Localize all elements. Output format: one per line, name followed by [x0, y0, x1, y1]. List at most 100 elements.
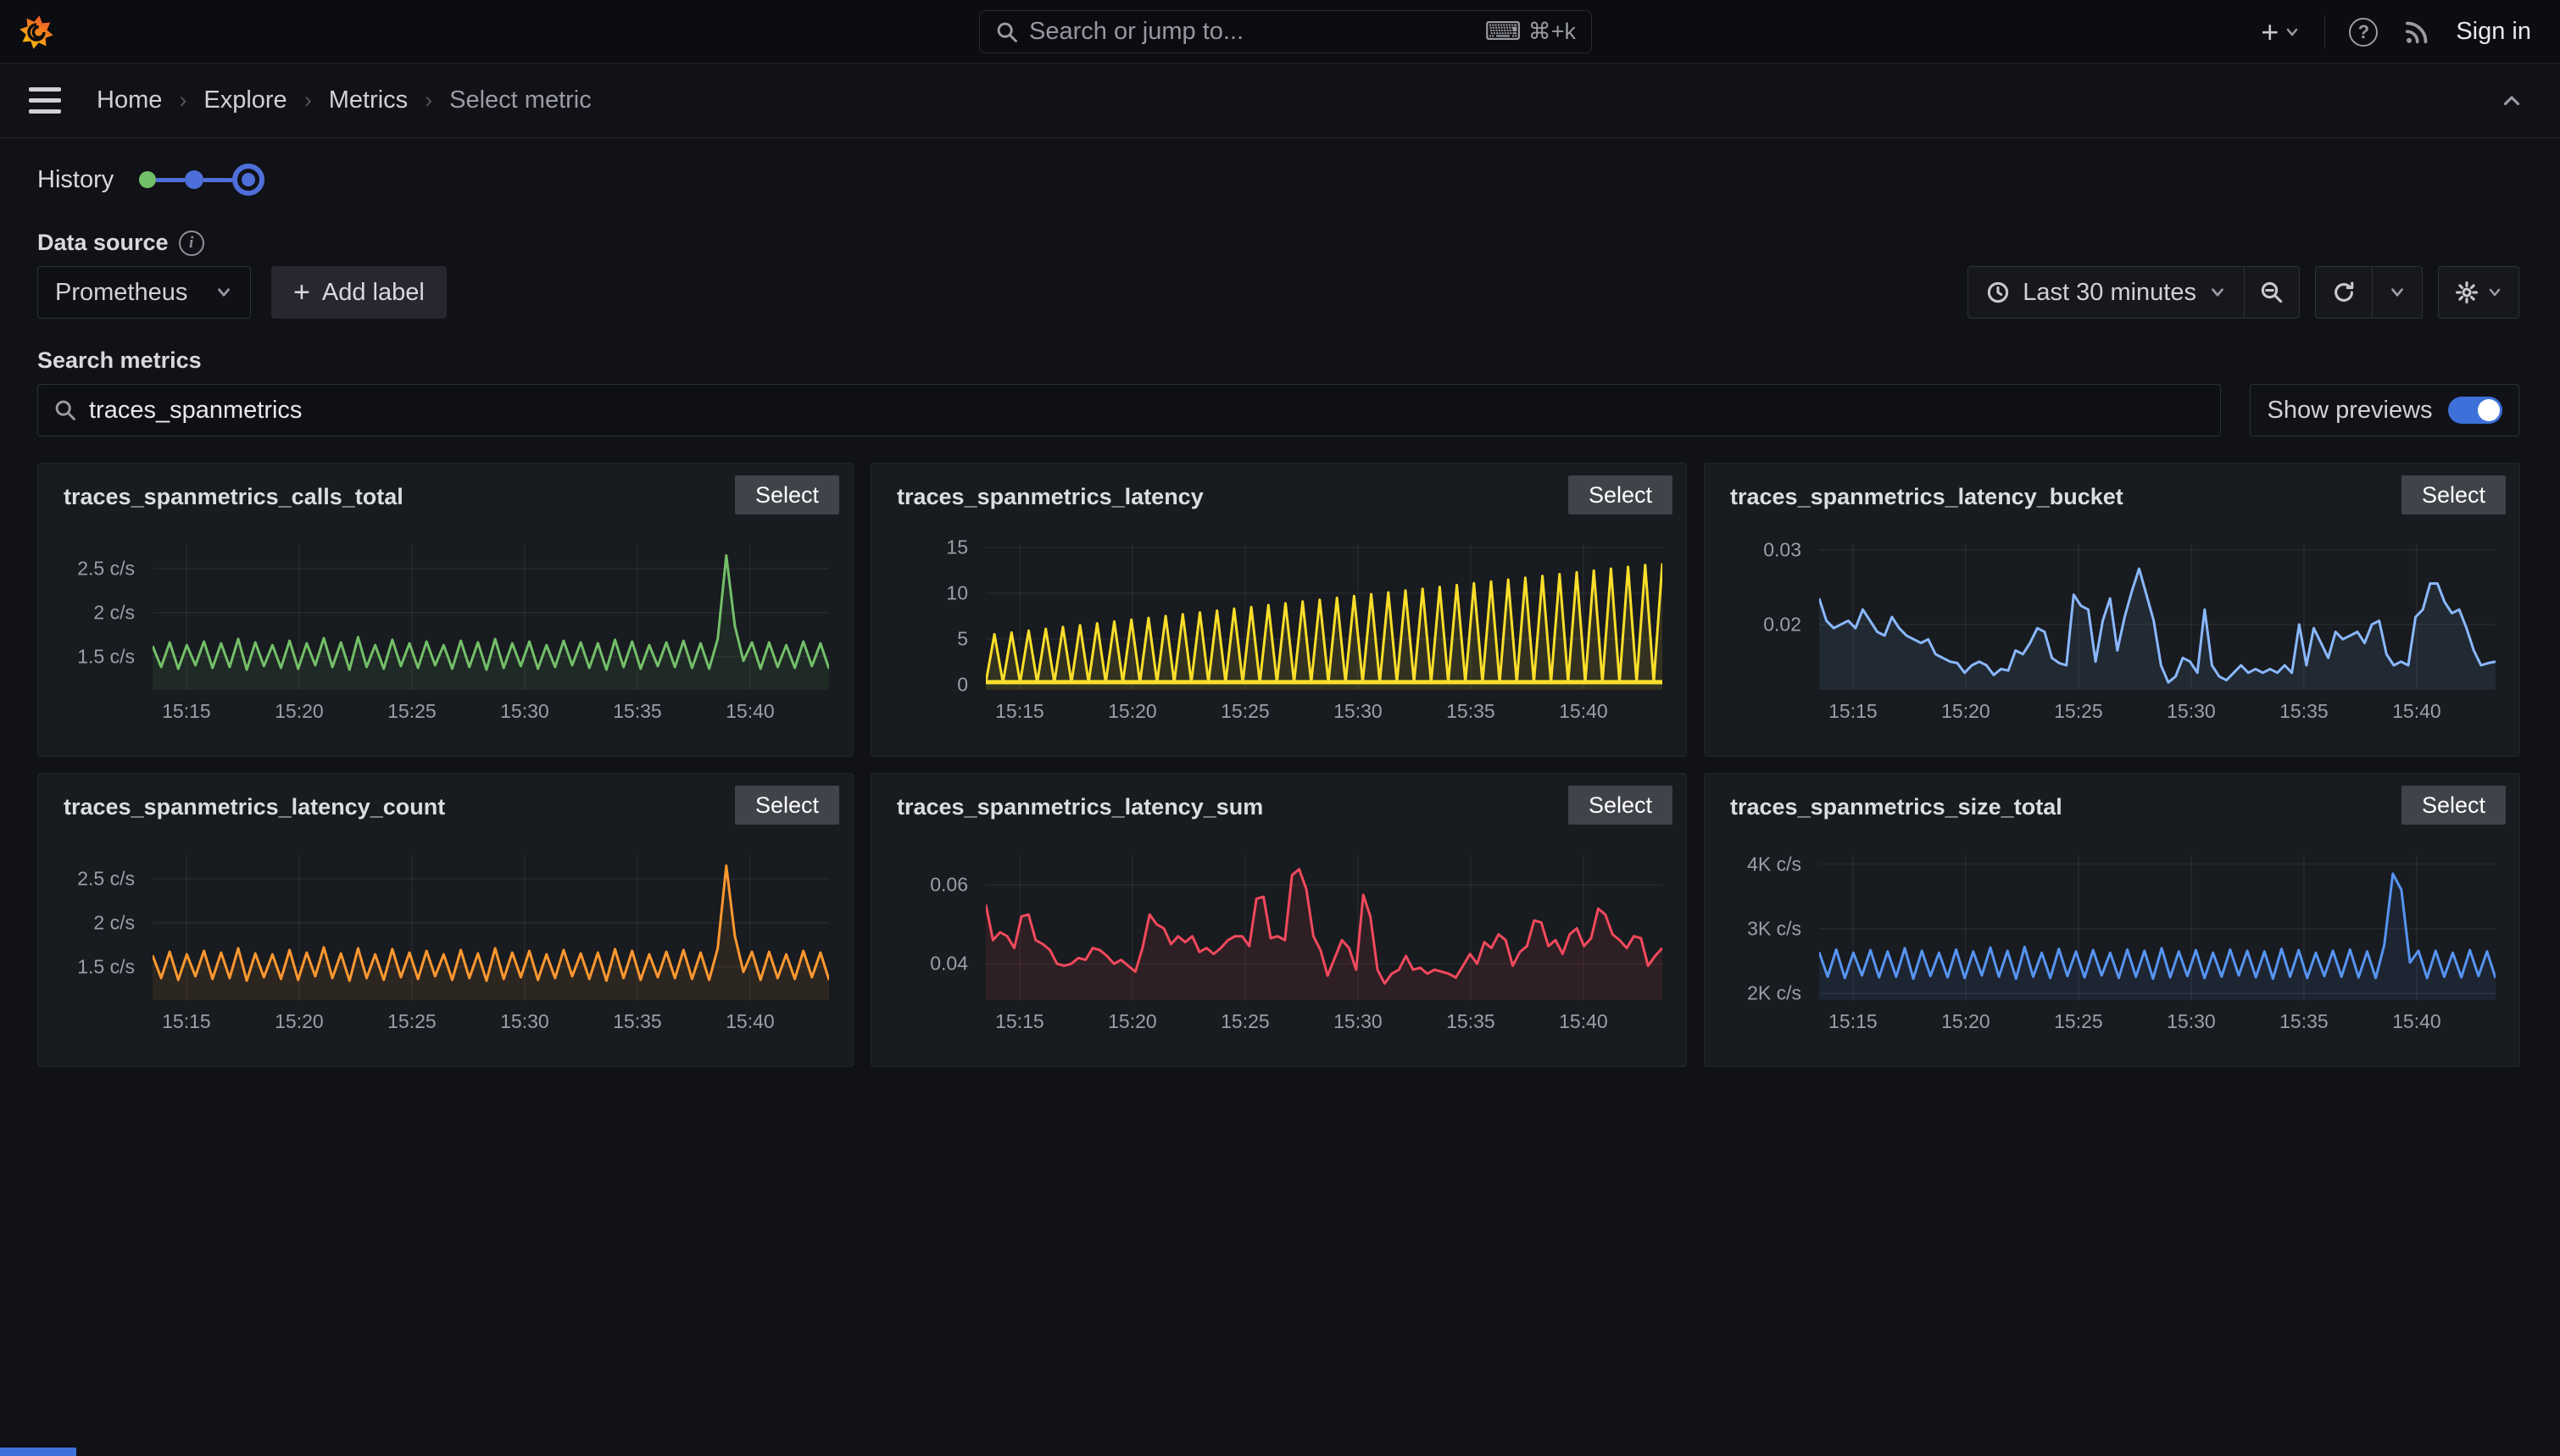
topbar-divider: [2324, 15, 2325, 49]
breadcrumb-metrics[interactable]: Metrics: [329, 86, 408, 114]
grafana-logo[interactable]: [19, 14, 54, 50]
chart: 1.5 c/s2 c/s2.5 c/s 15:1515:2015:2515:301…: [38, 854, 853, 1058]
x-axis-labels: 15:1515:2015:2515:3015:3515:40: [1819, 1010, 2496, 1036]
gear-icon: [2454, 280, 2479, 305]
search-icon: [53, 398, 77, 422]
breadcrumb-separator: ›: [425, 87, 432, 114]
y-axis-labels: 2K c/s3K c/s4K c/s: [1705, 854, 1806, 1000]
chart: 1.5 c/s2 c/s2.5 c/s 15:1515:2015:2515:301…: [38, 544, 853, 747]
plus-icon: +: [293, 278, 310, 307]
settings-button[interactable]: [2439, 267, 2518, 318]
rss-icon: [2401, 17, 2432, 47]
x-axis-labels: 15:1515:2015:2515:3015:3515:40: [153, 700, 829, 725]
breadcrumb-separator: ›: [179, 87, 186, 114]
metric-panel: traces_spanmetrics_latency_sum Select 0.…: [871, 773, 1687, 1067]
settings-group: [2438, 266, 2519, 319]
search-shortcut: ⌨⌘+k: [1484, 19, 1576, 45]
metrics-preview-grid: traces_spanmetrics_calls_total Select 1.…: [37, 463, 2519, 1067]
zoom-out-button[interactable]: [2245, 267, 2299, 318]
chevron-down-icon: [2208, 283, 2227, 302]
metrics-search-input[interactable]: [89, 397, 2205, 425]
metric-panel: traces_spanmetrics_latency_bucket Select…: [1704, 463, 2520, 757]
search-metrics-label: Search metrics: [37, 347, 202, 374]
y-axis-labels: 1.5 c/s2 c/s2.5 c/s: [38, 544, 140, 690]
panel-title: traces_spanmetrics_latency_bucket: [1730, 484, 2123, 510]
info-icon[interactable]: i: [179, 231, 204, 256]
x-axis-labels: 15:1515:2015:2515:3015:3515:40: [153, 1010, 829, 1036]
breadcrumb-select-metric: Select metric: [449, 86, 592, 114]
main-content: History Data source i Prometheus + Add l…: [0, 160, 2560, 1067]
panel-title: traces_spanmetrics_calls_total: [64, 484, 403, 510]
x-axis-labels: 15:1515:2015:2515:3015:3515:40: [986, 1010, 1662, 1036]
chart: 2K c/s3K c/s4K c/s 15:1515:2015:2515:3015…: [1705, 854, 2519, 1058]
history-step-dot[interactable]: [139, 171, 156, 188]
keyboard-icon: ⌨: [1484, 19, 1521, 45]
show-previews-toggle[interactable]: [2448, 397, 2502, 424]
history-label: History: [37, 166, 114, 194]
refresh-interval-button[interactable]: [2373, 267, 2422, 318]
metric-panel: traces_spanmetrics_latency Select 051015…: [871, 463, 1687, 757]
refresh-button[interactable]: [2316, 267, 2372, 318]
chart: 051015 15:1515:2015:2515:3015:3515:40: [871, 544, 1686, 747]
help-button[interactable]: ?: [2349, 18, 2378, 47]
time-range-button[interactable]: Last 30 minutes: [1968, 267, 2244, 318]
add-label-button[interactable]: + Add label: [271, 266, 447, 319]
new-menu-button[interactable]: +: [2261, 17, 2301, 47]
menu-icon[interactable]: [24, 82, 66, 119]
history-connector: [203, 178, 232, 182]
y-axis-labels: 051015: [871, 544, 973, 690]
metric-panel: traces_spanmetrics_calls_total Select 1.…: [37, 463, 854, 757]
search-icon: [995, 20, 1019, 44]
refresh-icon: [2331, 280, 2357, 305]
x-axis-labels: 15:1515:2015:2515:3015:3515:40: [986, 700, 1662, 725]
select-metric-button[interactable]: Select: [735, 786, 839, 825]
breadcrumb-home[interactable]: Home: [97, 86, 162, 114]
chevron-down-icon: [2388, 283, 2407, 302]
show-previews-label: Show previews: [2267, 397, 2432, 425]
sign-in-button[interactable]: Sign in: [2456, 18, 2531, 46]
history-connector: [156, 178, 185, 182]
panel-title: traces_spanmetrics_latency: [897, 484, 1204, 510]
zoom-out-icon: [2259, 280, 2285, 305]
global-search-input[interactable]: [1029, 18, 1474, 46]
select-metric-button[interactable]: Select: [1568, 786, 1672, 825]
chevron-down-icon: [214, 283, 233, 302]
chart: 0.040.0615:1515:2015:2515:3015:3515:40: [871, 854, 1686, 1058]
refresh-picker: [2315, 266, 2423, 319]
select-metric-button[interactable]: Select: [2401, 786, 2506, 825]
select-metric-button[interactable]: Select: [1568, 475, 1672, 514]
select-metric-button[interactable]: Select: [735, 475, 839, 514]
chevron-up-icon[interactable]: [2499, 89, 2524, 114]
select-metric-button[interactable]: Select: [2401, 475, 2506, 514]
history-timeline[interactable]: [139, 164, 264, 196]
metric-panel: traces_spanmetrics_size_total Select 2K …: [1704, 773, 2520, 1067]
chevron-down-icon: [2486, 284, 2503, 301]
breadcrumb-separator: ›: [304, 87, 312, 114]
clock-icon: [1985, 280, 2011, 305]
panel-title: traces_spanmetrics_size_total: [1730, 794, 2062, 820]
y-axis-labels: 0.020.03: [1705, 544, 1806, 690]
chart: 0.020.03 15:1515:2015:2515:3015:3515:40: [1705, 544, 2519, 747]
y-axis-labels: 1.5 c/s2 c/s2.5 c/s: [38, 854, 140, 1000]
datasource-label: Data source: [37, 230, 169, 256]
chevron-down-icon: [2284, 24, 2301, 41]
breadcrumb: Home › Explore › Metrics › Select metric: [97, 86, 592, 114]
breadcrumb-explore[interactable]: Explore: [203, 86, 287, 114]
metrics-search-box: [37, 384, 2221, 436]
toggle-knob: [2478, 399, 2500, 421]
time-range-picker: Last 30 minutes: [1967, 266, 2300, 319]
panel-title: traces_spanmetrics_latency_sum: [897, 794, 1263, 820]
bottom-edge-artifact: [0, 1448, 76, 1456]
help-icon: ?: [2349, 18, 2378, 47]
plus-icon: +: [2261, 17, 2279, 47]
show-previews-control: Show previews: [2250, 384, 2519, 436]
metric-panel: traces_spanmetrics_latency_count Select …: [37, 773, 854, 1067]
top-bar: ⌨⌘+k + ? Sign in: [0, 0, 2560, 64]
history-step-dot[interactable]: [185, 170, 203, 189]
datasource-value: Prometheus: [55, 279, 187, 307]
history-current-step[interactable]: [232, 164, 264, 196]
datasource-select[interactable]: Prometheus: [37, 266, 251, 319]
global-search-box[interactable]: ⌨⌘+k: [979, 10, 1592, 53]
x-axis-labels: 15:1515:2015:2515:3015:3515:40: [1819, 700, 2496, 725]
news-button[interactable]: [2401, 17, 2432, 47]
